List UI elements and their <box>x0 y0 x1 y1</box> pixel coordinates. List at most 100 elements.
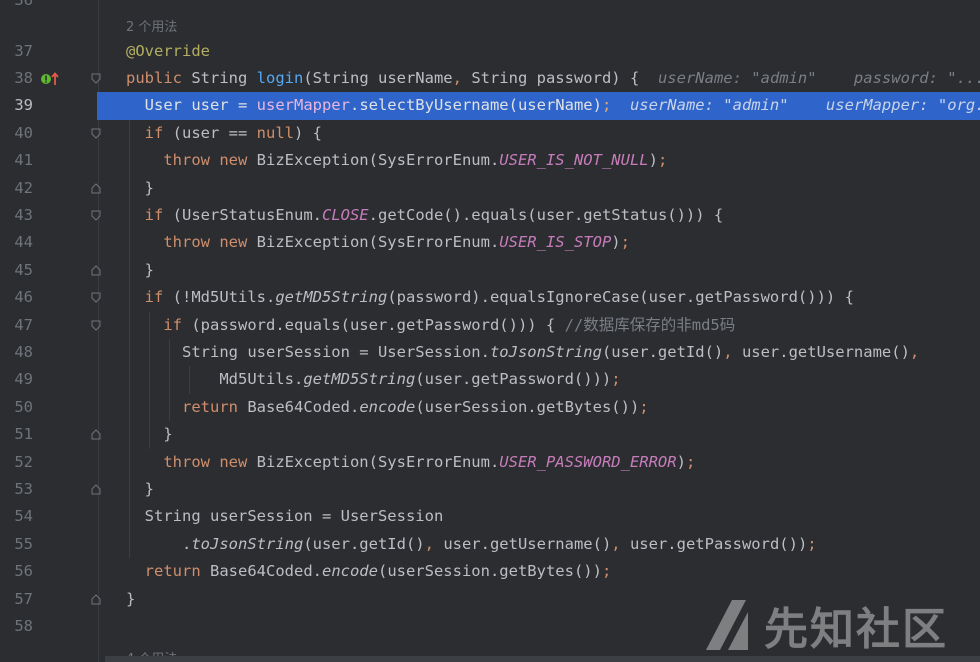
code-token: Base64Coded. <box>210 562 322 581</box>
code-line-row[interactable]: 50 return Base64Coded.encode(userSession… <box>0 394 980 421</box>
code-token: Md5Utils. <box>126 370 304 389</box>
line-number[interactable]: 37 <box>0 38 33 65</box>
code-text[interactable]: Md5Utils.getMD5String(user.getPassword()… <box>126 366 620 393</box>
usages-hint-top[interactable]: 2 个用法 <box>126 16 177 35</box>
code-line-row[interactable]: 47 if (password.equals(user.getPassword(… <box>0 312 980 339</box>
line-number[interactable]: 50 <box>0 394 33 421</box>
fold-end-icon[interactable] <box>91 484 101 495</box>
code-token: (userSession.getBytes()) <box>415 397 640 416</box>
line-number[interactable]: 48 <box>0 339 33 366</box>
code-line-row[interactable]: 51 } <box>0 421 980 448</box>
code-text[interactable]: throw new BizException(SysErrorEnum.USER… <box>126 449 695 476</box>
code-line-row[interactable]: 54 String userSession = UserSession <box>0 503 980 530</box>
line-number[interactable]: 44 <box>0 229 33 256</box>
code-token: (user.getId() <box>601 342 724 361</box>
code-line-row[interactable]: 38 public String login(String userName, S… <box>0 65 980 92</box>
code-token: USER_IS_NOT_NULL <box>499 151 649 170</box>
line-number[interactable]: 51 <box>0 421 33 448</box>
code-line-row[interactable]: 41 throw new BizException(SysErrorEnum.U… <box>0 147 980 174</box>
code-token: , <box>611 534 630 553</box>
xianzhi-logo-icon <box>706 600 748 650</box>
code-editor[interactable]: 36 2 个用法 37 @Override 38 public String logi… <box>0 0 980 662</box>
code-token: userMapper <box>256 96 350 115</box>
code-line-row[interactable]: 42 } <box>0 175 980 202</box>
watermark-text: 先知社区 <box>764 604 948 655</box>
code-line-row[interactable]: 52 throw new BizException(SysErrorEnum.U… <box>0 449 980 476</box>
line-number[interactable]: 57 <box>0 586 33 613</box>
code-text[interactable]: String userSession = UserSession.toJsonS… <box>126 339 919 366</box>
code-line-row[interactable]: 53 } <box>0 476 980 503</box>
code-text[interactable]: } <box>126 175 154 202</box>
code-line-row[interactable]: 43 if (UserStatusEnum.CLOSE.getCode().eq… <box>0 202 980 229</box>
code-token: USER_IS_STOP <box>499 233 612 252</box>
code-token: login <box>256 68 304 87</box>
code-text[interactable]: } <box>126 257 154 284</box>
fold-end-icon[interactable] <box>91 264 101 276</box>
code-token: if <box>126 205 173 224</box>
line-number[interactable]: 49 <box>0 366 33 393</box>
code-text[interactable]: return Base64Coded.encode(userSession.ge… <box>126 558 612 585</box>
line-number[interactable]: 43 <box>0 202 33 229</box>
fold-end-icon[interactable] <box>91 429 101 440</box>
fold-start-icon[interactable] <box>91 210 101 221</box>
line-number[interactable]: 39 <box>0 92 33 119</box>
line-number[interactable]: 58 <box>0 613 33 640</box>
code-line-row[interactable]: 55 .toJsonString(user.getId(), user.getU… <box>0 531 980 558</box>
line-number[interactable]: 46 <box>0 284 33 311</box>
fold-start-icon[interactable] <box>91 73 101 84</box>
code-text[interactable]: if (UserStatusEnum.CLOSE.getCode().equal… <box>126 202 724 229</box>
line-number[interactable]: 55 <box>0 531 33 558</box>
code-text[interactable]: throw new BizException(SysErrorEnum.USER… <box>126 229 630 256</box>
line-number[interactable]: 52 <box>0 449 33 476</box>
code-text[interactable]: throw new BizException(SysErrorEnum.USER… <box>126 147 667 174</box>
code-line-row[interactable]: 48 String userSession = UserSession.toJs… <box>0 339 980 366</box>
indent-guide <box>129 119 130 559</box>
code-line-row[interactable]: 37 @Override <box>0 38 980 65</box>
code-token: (user.getId() <box>303 534 425 553</box>
code-token: } <box>126 260 154 279</box>
code-token: (user.getPassword())) <box>415 370 612 389</box>
code-token: Base64Coded. <box>247 397 360 416</box>
line-number[interactable]: 38 <box>0 65 33 92</box>
inline-debug-hint: userName: "admin" password: "... <box>639 68 980 87</box>
code-text[interactable]: String userSession = UserSession <box>126 503 444 530</box>
line-number[interactable]: 45 <box>0 257 33 284</box>
code-text[interactable]: if (!Md5Utils.getMD5String(password).equ… <box>126 284 854 311</box>
code-token: , <box>424 534 444 553</box>
fold-end-icon[interactable] <box>91 593 101 605</box>
code-token: ; <box>807 534 817 553</box>
line-number[interactable]: 56 <box>0 558 33 585</box>
line-number[interactable]: 40 <box>0 120 33 147</box>
code-text[interactable]: if (user == null) { <box>126 120 322 147</box>
line-number[interactable]: 53 <box>0 476 33 503</box>
code-line-row[interactable]: 45 } <box>0 257 980 284</box>
line-number[interactable]: 54 <box>0 503 33 530</box>
code-text[interactable]: User user = userMapper.selectByUsername(… <box>126 92 980 119</box>
code-text[interactable]: return Base64Coded.encode(userSession.ge… <box>126 394 649 421</box>
fold-start-icon[interactable] <box>91 320 101 331</box>
code-line-row[interactable]: 44 throw new BizException(SysErrorEnum.U… <box>0 229 980 256</box>
code-token: (UserStatusEnum. <box>172 205 322 224</box>
code-text[interactable]: if (password.equals(user.getPassword()))… <box>126 312 735 339</box>
line-number[interactable]: 41 <box>0 147 33 174</box>
code-text[interactable]: @Override <box>126 38 210 65</box>
fold-start-icon[interactable] <box>91 128 101 139</box>
code-text[interactable]: } <box>126 586 135 613</box>
gutter-icons[interactable] <box>40 71 60 87</box>
current-line-row[interactable]: 39 User user = userMapper.selectByUserna… <box>0 92 980 120</box>
line-number[interactable]: 47 <box>0 312 33 339</box>
code-text[interactable]: public String login(String userName, Str… <box>126 65 980 92</box>
code-text[interactable]: } <box>126 476 154 503</box>
code-text[interactable]: .toJsonString(user.getId(), user.getUser… <box>126 531 817 558</box>
code-token: String userSession = UserSession. <box>126 342 490 361</box>
code-line-row[interactable]: 46 if (!Md5Utils.getMD5String(password).… <box>0 284 980 311</box>
fold-start-icon[interactable] <box>91 292 101 303</box>
code-line-row[interactable]: 49 Md5Utils.getMD5String(user.getPasswor… <box>0 366 980 393</box>
line-number: 36 <box>14 0 33 9</box>
code-token: String password) { <box>471 68 640 87</box>
line-number[interactable]: 42 <box>0 175 33 202</box>
fold-end-icon[interactable] <box>91 182 101 194</box>
code-token: user.getUsername() <box>443 534 612 553</box>
code-line-row[interactable]: 40 if (user == null) { <box>0 120 980 147</box>
code-line-row[interactable]: 56 return Base64Coded.encode(userSession… <box>0 558 980 585</box>
